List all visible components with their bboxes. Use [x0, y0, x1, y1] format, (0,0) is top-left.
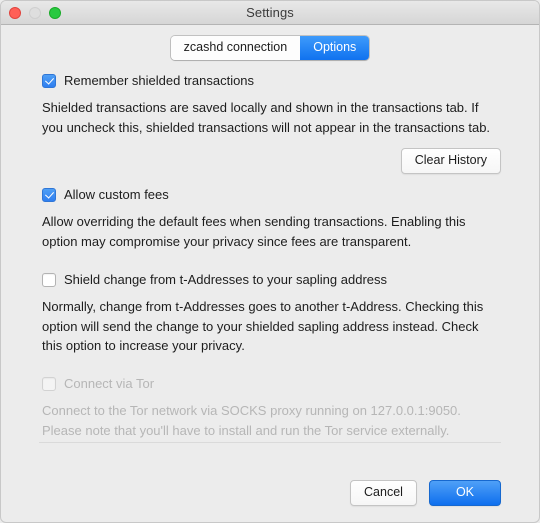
footer-button-group: Cancel OK [350, 480, 501, 506]
traffic-light-group [9, 1, 61, 24]
window-title: Settings [246, 5, 294, 20]
ok-button[interactable]: OK [428, 480, 501, 506]
allow-custom-fees-checkbox-row[interactable]: Allow custom fees [42, 186, 501, 203]
section-shield-change: Shield change from t-Addresses to your s… [1, 271, 539, 356]
shield-change-description: Normally, change from t-Addresses goes t… [42, 299, 484, 353]
allow-custom-fees-label: Allow custom fees [64, 187, 169, 202]
close-icon[interactable] [9, 6, 21, 19]
section-remember-shielded-transactions: Remember shielded transactions Shielded … [1, 72, 539, 174]
section-allow-custom-fees: Allow custom fees Allow overriding the d… [1, 186, 539, 251]
tab-group: zcashd connection Options [170, 36, 370, 60]
allow-custom-fees-checkbox[interactable] [42, 188, 56, 202]
remember-shielded-transactions-checkbox[interactable] [42, 74, 56, 88]
dialog-footer: Cancel OK [1, 442, 539, 522]
options-panel: Remember shielded transactions Shielded … [1, 69, 539, 522]
shield-change-label: Shield change from t-Addresses to your s… [64, 272, 388, 287]
maximize-icon[interactable] [49, 6, 61, 19]
connect-via-tor-checkbox [42, 377, 56, 391]
section-connect-via-tor: Connect via Tor Connect to the Tor netwo… [1, 375, 539, 440]
connect-via-tor-label: Connect via Tor [64, 376, 155, 391]
tab-bar: zcashd connection Options [1, 25, 539, 69]
tab-zcashd-connection[interactable]: zcashd connection [170, 36, 301, 60]
clear-history-button[interactable]: Clear History [400, 148, 501, 174]
remember-shielded-transactions-description: Shielded transactions are saved locally … [42, 100, 491, 135]
shield-change-checkbox-row[interactable]: Shield change from t-Addresses to your s… [42, 271, 501, 288]
shield-change-checkbox[interactable] [42, 273, 56, 287]
settings-window: Settings zcashd connection Options Remem… [0, 0, 540, 523]
connect-via-tor-checkbox-row: Connect via Tor [42, 375, 501, 392]
remember-shielded-transactions-checkbox-row[interactable]: Remember shielded transactions [42, 72, 501, 89]
clear-history-row: Clear History [1, 148, 539, 174]
allow-custom-fees-description: Allow overriding the default fees when s… [42, 214, 466, 249]
remember-shielded-transactions-label: Remember shielded transactions [64, 73, 255, 88]
titlebar: Settings [1, 1, 539, 25]
footer-divider [39, 442, 501, 443]
cancel-button[interactable]: Cancel [350, 480, 417, 506]
minimize-icon[interactable] [29, 6, 41, 19]
tab-options[interactable]: Options [300, 36, 370, 60]
connect-via-tor-description: Connect to the Tor network via SOCKS pro… [42, 403, 461, 438]
